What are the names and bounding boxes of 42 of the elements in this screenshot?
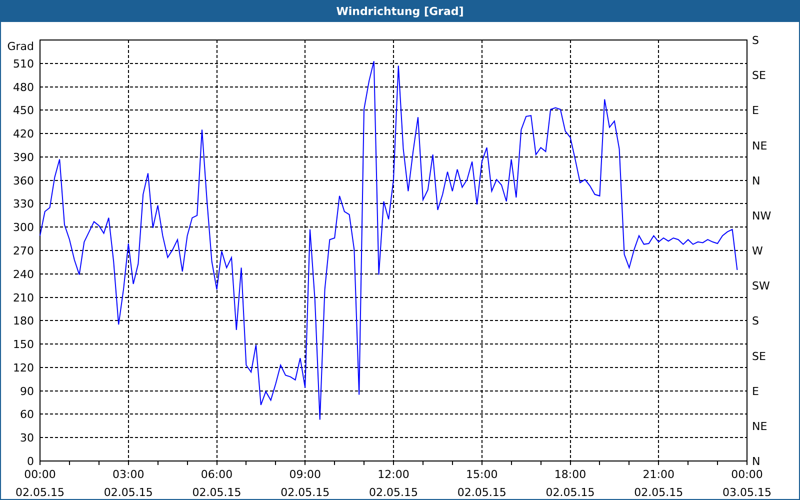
y-tick-label: 420	[13, 128, 34, 141]
compass-label: SE	[752, 69, 766, 82]
y-tick-label: 180	[13, 314, 34, 328]
x-tick-label: 03:00 02.05.15	[104, 468, 153, 499]
y-tick-label: 480	[13, 80, 34, 94]
x-tick-label: 00:00 03.05.15	[722, 468, 772, 499]
x-tick-label: 12:00 02.05.15	[369, 468, 418, 499]
compass-label: S	[752, 34, 759, 47]
compass-label: NW	[752, 209, 772, 222]
y-tick-label: 450	[13, 104, 34, 118]
compass-label: N	[752, 455, 760, 468]
y-tick-label: 60	[20, 408, 34, 422]
compass-label: W	[752, 244, 763, 258]
y-tick-label: 240	[13, 268, 34, 281]
x-tick-label: 18:00 02.05.15	[546, 468, 595, 499]
compass-label: E	[752, 384, 759, 398]
y-tick-label: 120	[13, 361, 34, 374]
y-tick-label: 510	[13, 57, 34, 70]
compass-label: S	[752, 314, 759, 328]
y-tick-label: 150	[13, 338, 34, 352]
x-tick-label: 06:00 02.05.15	[192, 468, 242, 499]
y-tick-label: 30	[20, 432, 34, 445]
y-tick-label: 0	[27, 455, 34, 468]
compass-label: E	[752, 104, 759, 118]
window-title: Windrichtung [Grad]	[336, 5, 464, 18]
y-tick-label: 90	[20, 384, 34, 398]
x-tick-label: 09:00 02.05.15	[280, 468, 330, 499]
y-tick-label: 300	[13, 221, 34, 234]
x-tick-label: 00:00 02.05.15	[16, 468, 64, 499]
compass-label: SE	[752, 350, 766, 363]
y-tick-label: 390	[13, 150, 34, 164]
y-axis-title: Grad	[7, 40, 34, 53]
y-tick-label: 360	[13, 174, 34, 188]
y-tick-label: 330	[13, 198, 34, 211]
compass-label: NE	[752, 420, 768, 433]
y-tick-label: 270	[13, 244, 34, 258]
compass-label: N	[752, 174, 760, 188]
compass-label: NE	[752, 139, 768, 152]
x-tick-label: 21:00 02.05.15	[634, 468, 684, 499]
compass-label: SW	[752, 280, 770, 293]
y-tick-label: 210	[13, 291, 34, 304]
x-tick-label: 15:00 02.05.15	[457, 468, 506, 499]
